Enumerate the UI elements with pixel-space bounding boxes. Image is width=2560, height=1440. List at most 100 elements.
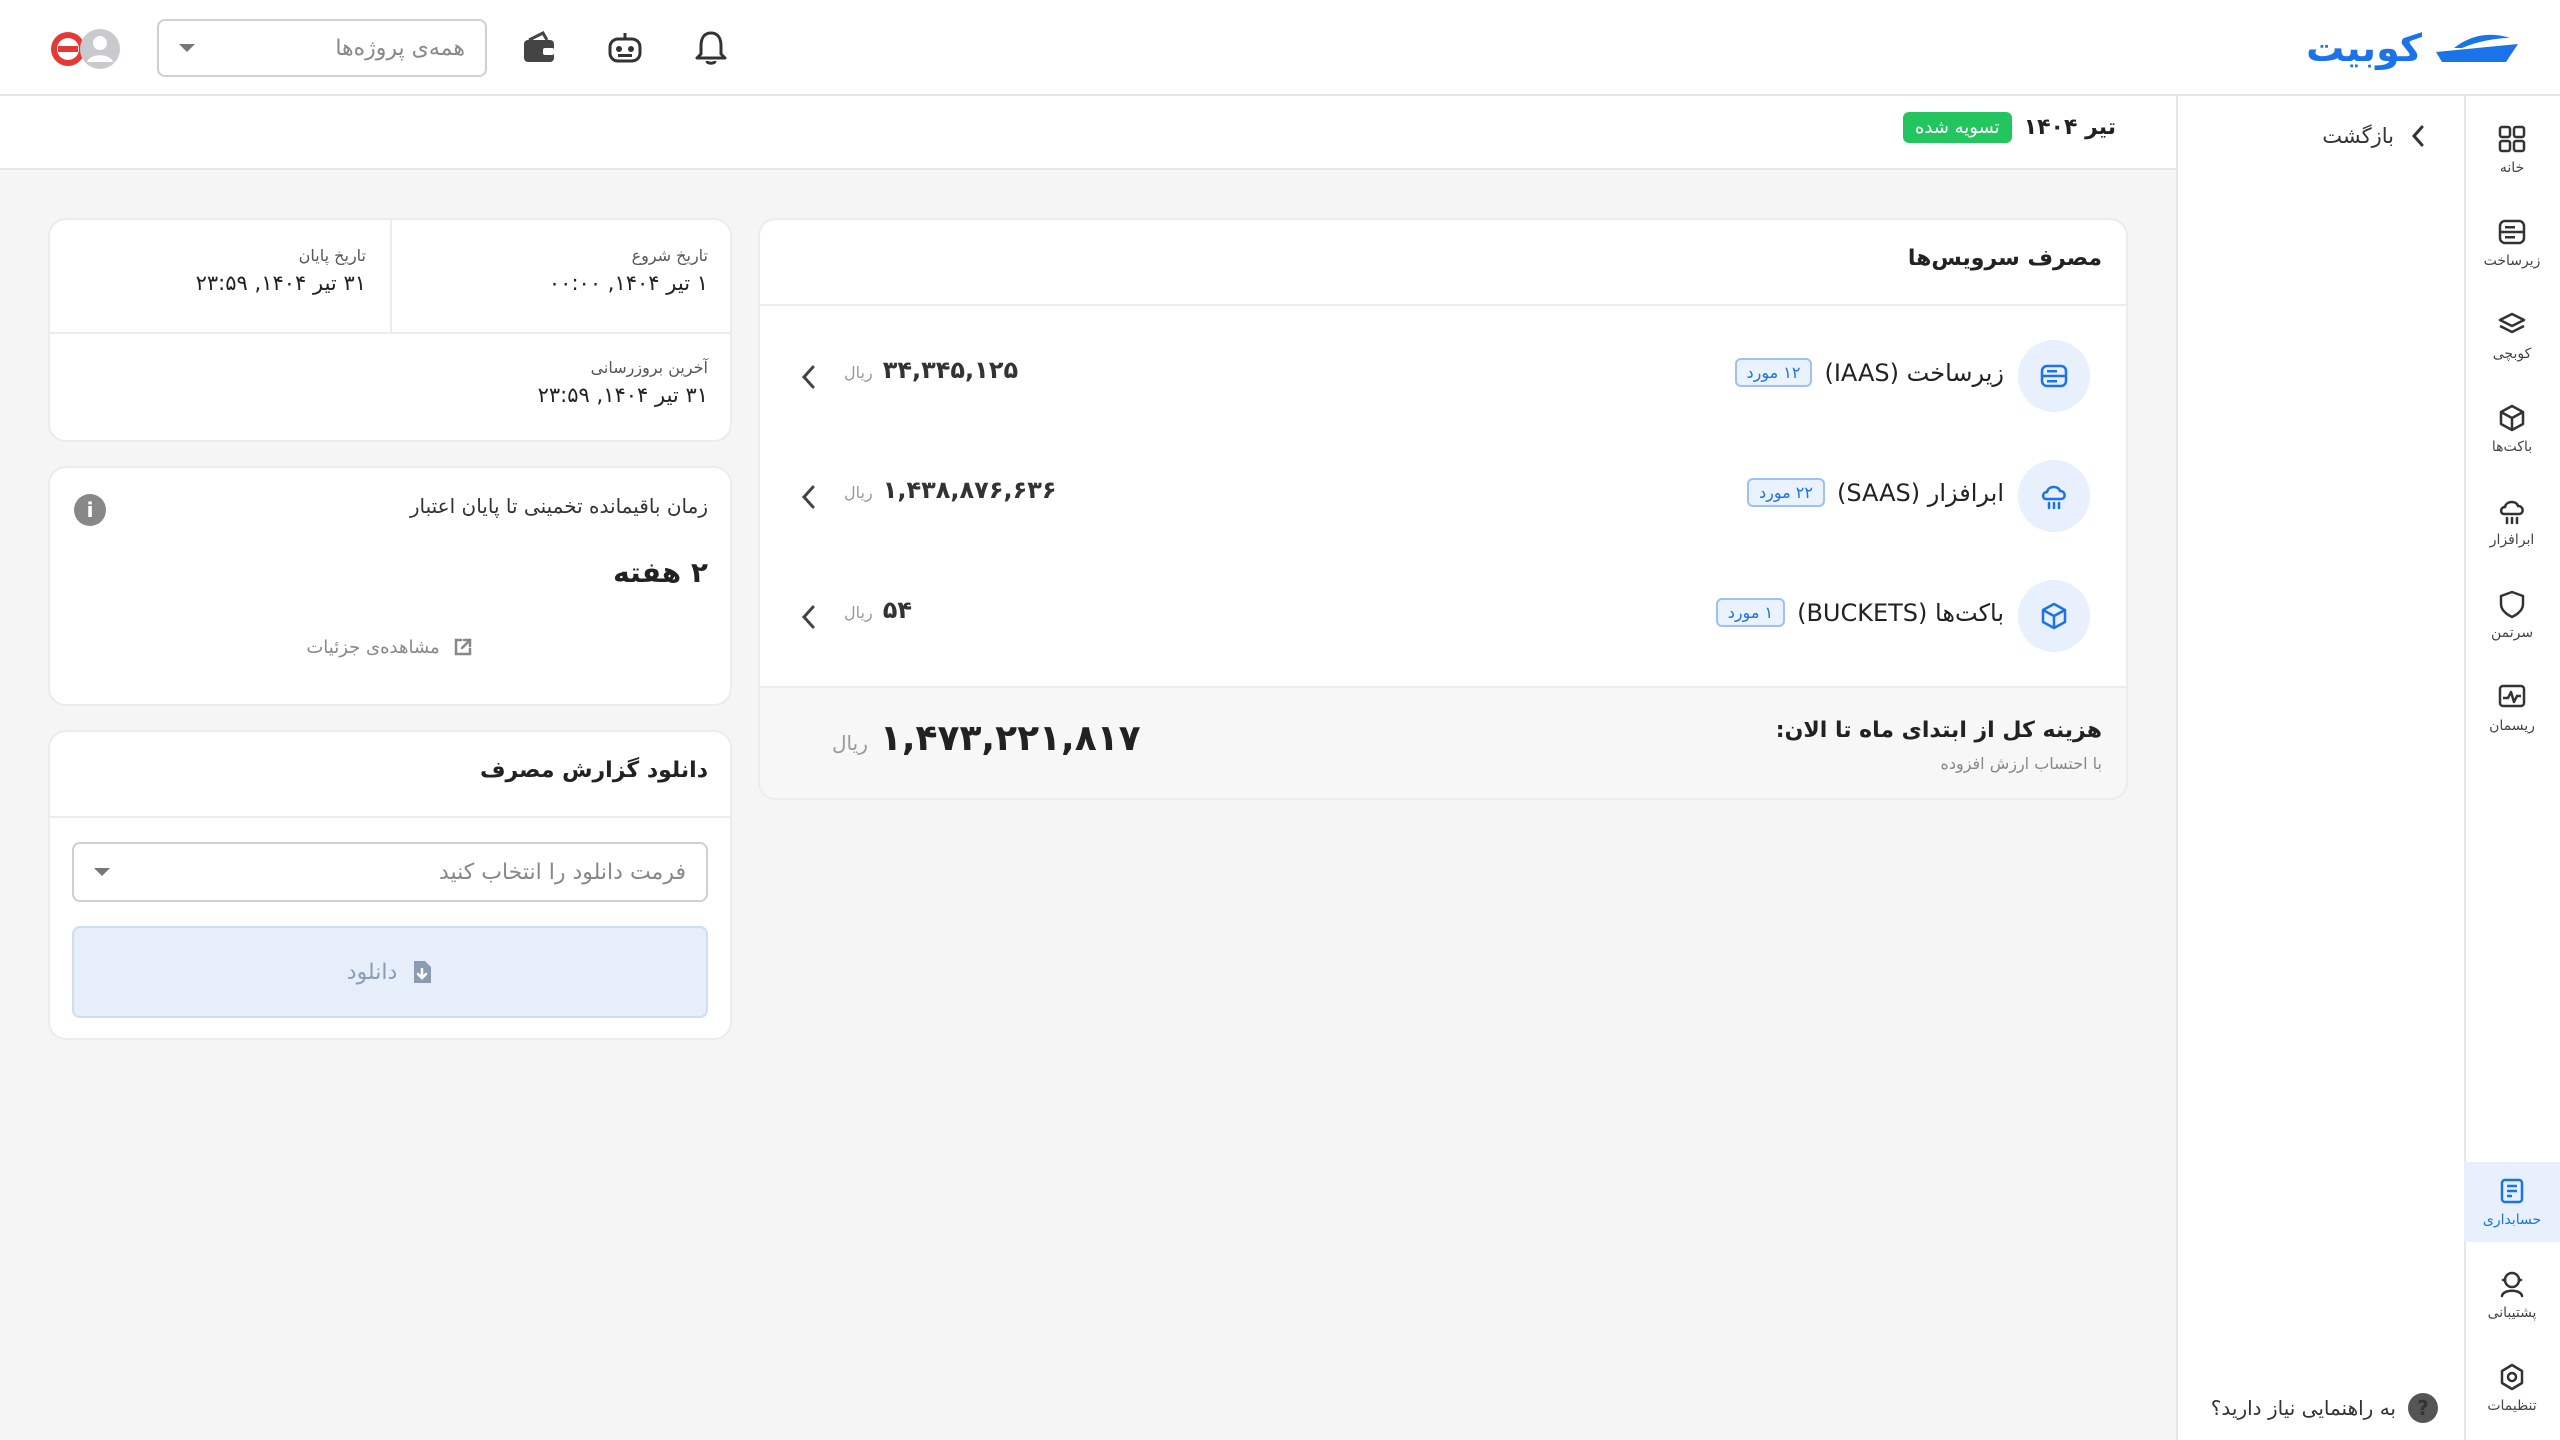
info-icon[interactable]: i [74,494,106,526]
sidebar-item-label: حسابداری [2482,1212,2542,1228]
question-icon: ? [2408,1393,2438,1423]
start-date: تاریخ شروع ۱ تیر ۱۴۰۴, ۰۰:۰۰ [549,246,708,295]
end-date-value: ۳۱ تیر ۱۴۰۴, ۲۳:۵۹ [195,271,366,295]
sidebar-item-label: زیرساخت [2483,253,2541,269]
service-row-saas[interactable]: ابرافزار (SAAS) ۲۲ مورد ۱,۴۳۸,۸۷۶,۶۳۶ ری… [760,438,2126,538]
sidebar-item-buckets[interactable]: باکت‌ها [2464,389,2560,469]
service-amount-unit: ریال [844,483,873,502]
format-select[interactable]: فرمت دانلود را انتخاب کنید [72,842,708,902]
wallet-icon[interactable] [515,24,563,72]
download-button[interactable]: دانلود [72,926,708,1018]
header-icons [515,24,735,72]
service-amount: ۳۴,۳۴۵,۱۲۵ ریال [844,356,1018,384]
last-update-label: آخرین بروزرسانی [590,358,708,377]
divider [390,220,392,332]
remaining-time-label: زمان باقیمانده تخمینی تا پایان اعتبار [409,494,708,518]
service-amount-value: ۳۴,۳۴۵,۱۲۵ [882,356,1019,384]
sidebar-item-label: خانه [2499,160,2525,176]
sidebar-item-risman[interactable]: ریسمان [2464,668,2560,748]
project-select[interactable]: همه‌ی پروژه‌ها [157,19,487,77]
brand-name: کوبیت [2306,26,2422,70]
sidebar-item-kubchi[interactable]: کوبچی [2464,296,2560,376]
avatar[interactable] [50,26,122,72]
service-row-buckets[interactable]: باکت‌ها (BUCKETS) ۱ مورد ۵۴ ریال [760,558,2126,658]
chevron-down-icon [179,44,195,52]
ship-icon [2436,34,2518,62]
bell-icon[interactable] [687,24,735,72]
service-amount-unit: ریال [844,603,873,622]
divider [50,816,730,818]
sidebar-item-sartaman[interactable]: سرتمن [2464,575,2560,655]
download-report-title: دانلود گزارش مصرف [479,758,708,783]
chevron-left-icon [801,605,815,629]
sidebar-item-abrafzar[interactable]: ابرافزار [2464,482,2560,562]
chevron-left-icon [801,485,815,509]
total-amount-unit: ریال [832,731,868,755]
start-date-value: ۱ تیر ۱۴۰۴, ۰۰:۰۰ [548,271,708,295]
box-icon [2499,404,2525,432]
last-update: آخرین بروزرسانی ۳۱ تیر ۱۴۰۴, ۲۳:۵۹ [538,358,708,407]
sidebar-item-home[interactable]: خانه [2464,110,2560,190]
box-icon [2018,580,2090,652]
sidebar-item-label: باکت‌ها [2491,439,2533,455]
external-link-icon [454,638,471,656]
divider [50,332,730,334]
start-date-label: تاریخ شروع [631,246,708,265]
sidebar-item-label: پشتیبانی [2487,1305,2537,1321]
sidebar-item-settings[interactable]: تنظیمات [2464,1348,2560,1428]
services-card-header: مصرف سرویس‌ها [760,220,2126,306]
sidebar-item-label: تنظیمات [2487,1398,2537,1414]
main-sidebar: خانه زیرساخت کوبچی باکت‌ها ابرافزار سرتم… [2464,96,2560,1440]
download-button-label: دانلود [346,959,398,985]
total-amount-value: ۱,۴۷۳,۲۲۱,۸۱۷ [879,718,1141,759]
sidebar-item-accounting[interactable]: حسابداری [2464,1162,2560,1242]
sidebar-item-infrastructure[interactable]: زیرساخت [2464,203,2560,283]
service-name: باکت‌ها (BUCKETS) ۱ مورد [1715,598,2004,627]
view-details-link[interactable]: مشاهده‌ی جزئیات [50,636,730,658]
dates-card: تاریخ شروع ۱ تیر ۱۴۰۴, ۰۰:۰۰ تاریخ پایان… [48,218,732,442]
count-badge: ۱ مورد [1715,598,1786,627]
sidebar-item-label: ریسمان [2489,718,2535,734]
end-date-label: تاریخ پایان [298,246,366,265]
service-name: ابرافزار (SAAS) ۲۲ مورد [1747,478,2004,507]
brand-logo[interactable]: کوبیت [2306,24,2522,72]
back-link[interactable]: بازگشت [2322,116,2426,156]
sub-sidebar: بازگشت ? به راهنمایی نیاز دارید؟ [2176,96,2464,1440]
sidebar-item-support[interactable]: پشتیبانی [2464,1255,2560,1335]
page-header: تیر ۱۴۰۴ تسویه شده [0,96,2176,170]
total-amount: ۱,۴۷۳,۲۲۱,۸۱۷ ریال [832,718,1141,759]
robot-icon[interactable] [601,24,649,72]
download-report-card: دانلود گزارش مصرف فرمت دانلود را انتخاب … [48,730,732,1040]
sidebar-item-label: ابرافزار [2489,532,2535,548]
help-link[interactable]: ? به راهنمایی نیاز دارید؟ [2211,1388,2438,1428]
service-amount-unit: ریال [844,363,873,382]
service-amount-value: ۵۴ [882,596,912,624]
shield-icon [2499,590,2525,619]
service-amount: ۵۴ ریال [844,596,912,624]
total-label: هزینه کل از ابتدای ماه تا الان: [1775,718,2102,743]
remaining-time-value: ۲ هفته [613,556,708,589]
remaining-time-card: زمان باقیمانده تخمینی تا پایان اعتبار i … [48,466,732,706]
cloud-icon [2499,500,2524,525]
services-total: هزینه کل از ابتدای ماه تا الان: با احتسا… [760,686,2126,798]
monitor-icon [2498,684,2526,708]
sidebar-item-label: کوبچی [2492,346,2532,362]
server-icon [2498,219,2526,245]
layers-icon [2498,312,2526,334]
services-title: مصرف سرویس‌ها [1907,246,2102,271]
service-amount: ۱,۴۳۸,۸۷۶,۶۳۶ ریال [844,476,1057,504]
sidebar-item-label: سرتمن [2490,625,2534,641]
file-download-icon [414,961,432,983]
page-title-text: تیر ۱۴۰۴ [2023,115,2116,140]
service-name-text: زیرساخت (IAAS) [1824,358,2004,387]
help-link-label: به راهنمایی نیاز دارید؟ [2210,1396,2396,1420]
service-amount-value: ۱,۴۳۸,۸۷۶,۶۳۶ [882,476,1057,504]
service-row-iaas[interactable]: زیرساخت (IAAS) ۱۲ مورد ۳۴,۳۴۵,۱۲۵ ریال [760,318,2126,418]
chevron-left-icon [801,365,815,389]
chevron-left-icon [2411,125,2424,147]
accounting-icon [2500,1178,2524,1204]
status-badge: تسویه شده [1902,112,2012,143]
service-name-text: باکت‌ها (BUCKETS) [1797,598,2004,627]
count-badge: ۱۲ مورد [1734,358,1813,387]
back-link-label: بازگشت [2322,124,2394,148]
